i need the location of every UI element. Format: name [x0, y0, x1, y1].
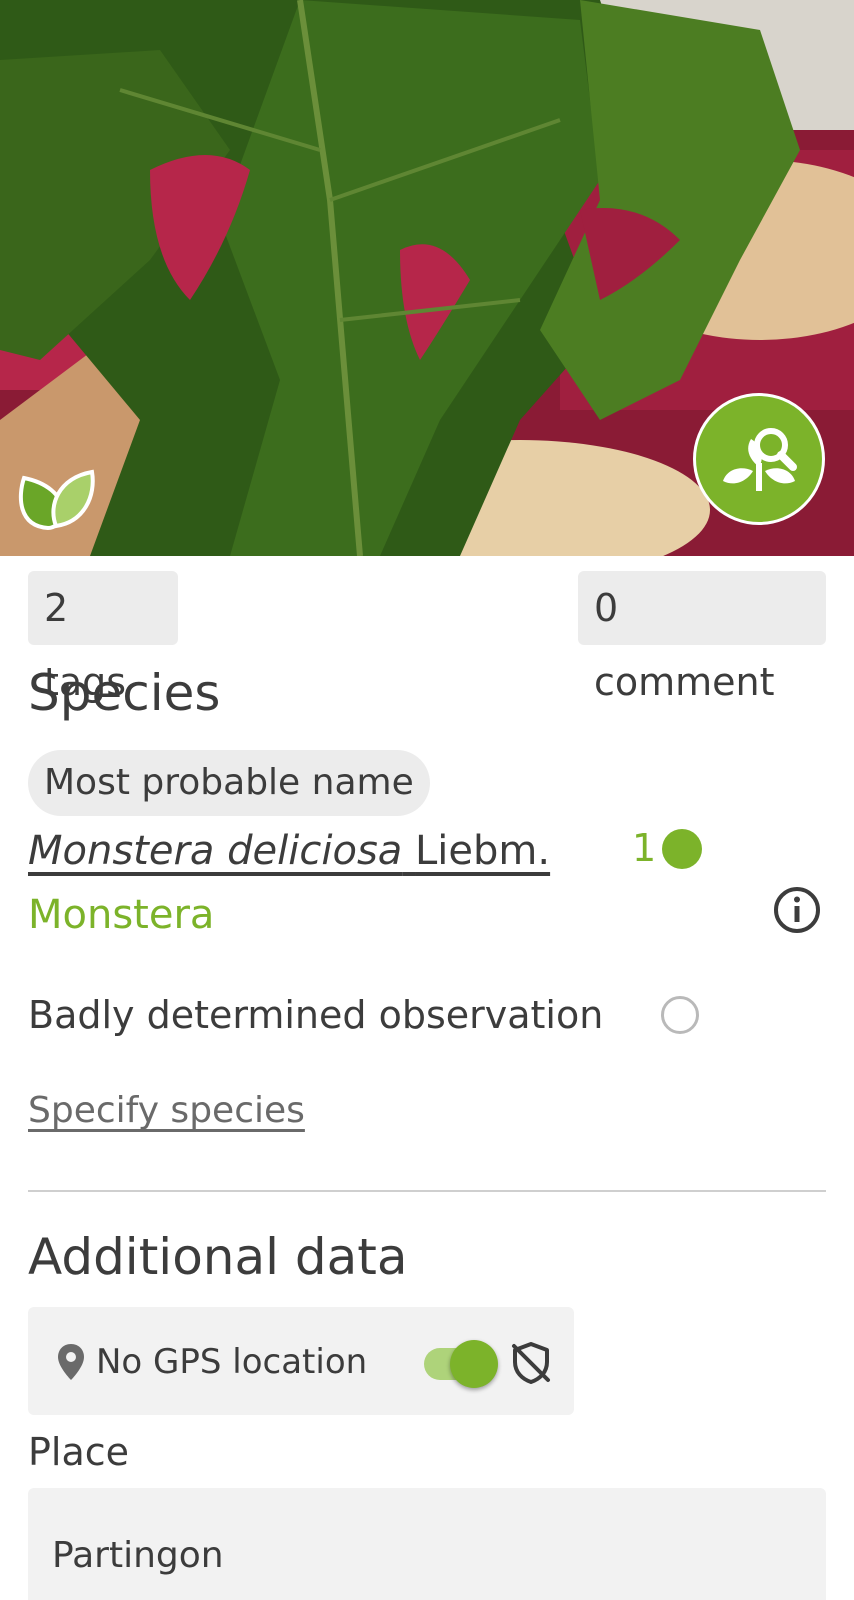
additional-data-heading: Additional data — [28, 1228, 408, 1286]
species-name-link[interactable]: Monstera deliciosa Liebm. — [28, 828, 550, 874]
species-author: Liebm. — [415, 828, 551, 874]
leaf-icon — [18, 466, 96, 531]
species-latin-name: Monstera deliciosa — [28, 828, 403, 874]
plant-search-icon — [723, 428, 797, 491]
comments-chip[interactable]: 0 comment — [578, 571, 826, 704]
place-label: Place — [28, 1430, 130, 1474]
species-common-name: Monstera — [28, 892, 215, 938]
tags-chip[interactable]: 2 tags — [28, 571, 178, 704]
identify-plant-button[interactable] — [693, 393, 825, 525]
vote-indicator[interactable] — [662, 829, 702, 869]
section-divider — [28, 1190, 826, 1192]
gps-status-label: No GPS location — [96, 1342, 368, 1382]
most-probable-name-pill: Most probable name — [28, 750, 430, 816]
specify-species-link[interactable]: Specify species — [28, 1090, 305, 1131]
bad-determination-radio[interactable] — [661, 996, 699, 1034]
shield-off-icon — [508, 1340, 554, 1386]
vote-count: 1 — [632, 826, 657, 870]
info-icon[interactable] — [772, 885, 822, 935]
gps-privacy-toggle-knob[interactable] — [450, 1340, 498, 1388]
bad-determination-label: Badly determined observation — [28, 993, 604, 1037]
species-heading: Species — [28, 664, 221, 722]
location-pin-icon — [56, 1342, 86, 1382]
place-input[interactable] — [28, 1488, 826, 1600]
